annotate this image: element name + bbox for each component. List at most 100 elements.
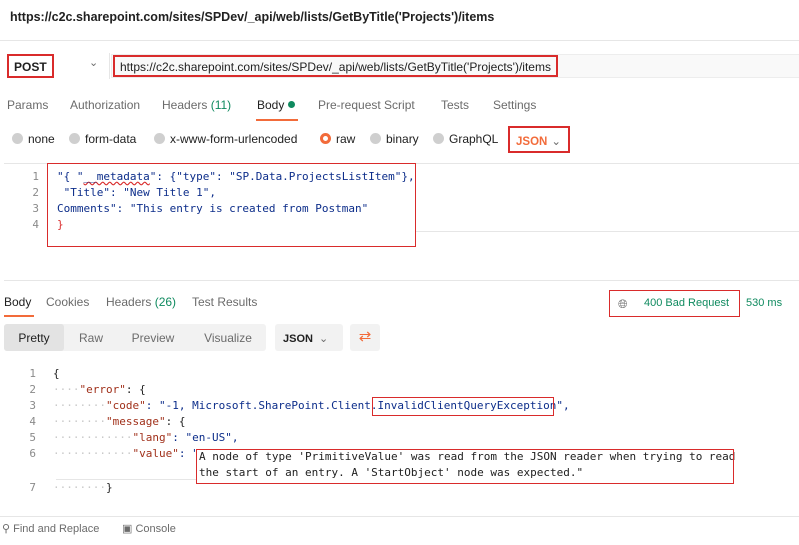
chevron-down-icon: ⌄ [551,136,561,148]
tab-label: Cookies [46,295,90,309]
view-raw-button[interactable]: Raw [66,324,116,351]
line-number: 1 [29,367,36,380]
response-line: ········"message": { [53,415,185,428]
body-type-raw[interactable]: raw [320,132,355,146]
tab-label: Params [7,98,49,112]
divider [56,479,196,480]
active-tab-indicator [4,315,34,317]
indent-guide: ············ [53,431,133,444]
find-replace-button[interactable]: ⚲ Find and Replace [2,522,99,535]
indent-guide: ············ [53,447,133,460]
radio-icon[interactable] [370,133,381,144]
tab-tests[interactable]: Tests [441,98,469,112]
radio-label: GraphQL [449,132,499,146]
json-punct: : { [125,383,146,396]
body-format-label: JSON [516,136,548,148]
body-type-form-data[interactable]: form-data [69,132,136,146]
line-number: 5 [29,431,36,444]
footer-label: Console [135,523,176,535]
line-number: 6 [29,447,36,460]
url-input-value[interactable]: https://c2c.sharepoint.com/sites/SPDev/_… [113,55,558,77]
headers-count: (11) [210,98,232,112]
json-key: "lang" [132,431,173,444]
tab-label: Body [4,295,32,309]
body-type-binary[interactable]: binary [370,132,419,146]
response-line: ····"error": { [53,383,146,396]
response-tab-body[interactable]: Body [4,295,31,309]
view-visualize-button[interactable]: Visualize [192,324,264,351]
http-method-dropdown[interactable]: POST [7,54,54,78]
response-format-dropdown[interactable]: JSON ⌄ [275,324,343,351]
line-number: 3 [32,202,39,215]
tab-label: Body [257,98,285,112]
request-title: https://c2c.sharepoint.com/sites/SPDev/_… [10,10,495,24]
divider [0,516,799,517]
json-key: "error" [79,383,126,396]
footer-label: Find and Replace [13,523,100,535]
tab-pre-request-script[interactable]: Pre-request Script [318,98,415,112]
body-type-graphql[interactable]: GraphQL [433,132,498,146]
json-key: "message" [105,415,166,428]
radio-icon[interactable] [12,133,23,144]
tab-label: Authorization [70,98,141,112]
chevron-down-icon: ⌄ [318,333,329,345]
tab-label: Tests [441,98,470,112]
indent-guide: ········ [53,399,106,412]
console-icon: ▣ [122,523,133,535]
line-number: 2 [32,186,39,199]
highlight-box [372,397,554,416]
body-type-urlencoded[interactable]: x-www-form-urlencoded [154,132,297,146]
radio-icon[interactable] [433,133,444,144]
radio-label: raw [336,132,356,146]
headers-count: (26) [154,295,177,309]
tab-authorization[interactable]: Authorization [70,98,140,112]
response-line: ········} [53,481,113,494]
json-string: : "en-US", [172,431,239,444]
tab-label: Settings [493,98,537,112]
view-preview-button[interactable]: Preview [120,324,186,351]
format-label: JSON [283,333,313,345]
response-tab-headers[interactable]: Headers (26) [106,295,176,309]
response-tab-cookies[interactable]: Cookies [46,295,89,309]
tab-body[interactable]: Body [257,98,296,112]
json-punct: } [105,481,113,494]
divider [416,231,799,232]
radio-icon[interactable] [154,133,165,144]
response-tab-test-results[interactable]: Test Results [192,295,257,309]
view-pretty-button[interactable]: Pretty [4,324,64,351]
radio-selected-icon[interactable] [320,133,331,144]
highlight-box [196,449,734,484]
wrap-lines-icon[interactable]: ⇄ [350,324,380,351]
active-tab-indicator [256,119,298,121]
response-line: ············"value": " [53,447,199,460]
search-icon: ⚲ [2,523,11,535]
tab-params[interactable]: Params [7,98,48,112]
tab-label: Headers [162,98,208,112]
radio-label: form-data [85,132,137,146]
response-status[interactable]: 400 Bad Request [644,297,729,309]
line-number: 2 [29,383,36,396]
radio-icon[interactable] [69,133,80,144]
indent-guide: ········ [53,415,106,428]
modified-dot-icon [288,101,296,108]
indent-guide: ········ [53,481,106,494]
tab-settings[interactable]: Settings [493,98,536,112]
radio-label: binary [386,132,419,146]
body-format-dropdown[interactable]: JSON ⌄ [508,126,570,153]
divider [0,40,799,41]
line-number: 7 [29,481,36,494]
tab-label: Pre-request Script [318,98,415,112]
json-string: : "-1, Microsoft.SharePoint.Client. [145,399,378,412]
chevron-down-icon[interactable]: ⌄ [89,56,98,69]
json-punct: : { [165,415,186,428]
response-time[interactable]: 530 ms [746,297,782,309]
console-button[interactable]: ▣ Console [122,522,176,535]
json-key: "code" [105,399,146,412]
tab-label: Headers [106,295,152,309]
line-number: 1 [32,170,39,183]
globe-icon[interactable]: 🌐︎ [618,297,628,312]
line-number: 4 [29,415,36,428]
line-number: 4 [32,218,39,231]
body-type-none[interactable]: none [12,132,55,146]
tab-headers[interactable]: Headers (11) [162,98,231,112]
